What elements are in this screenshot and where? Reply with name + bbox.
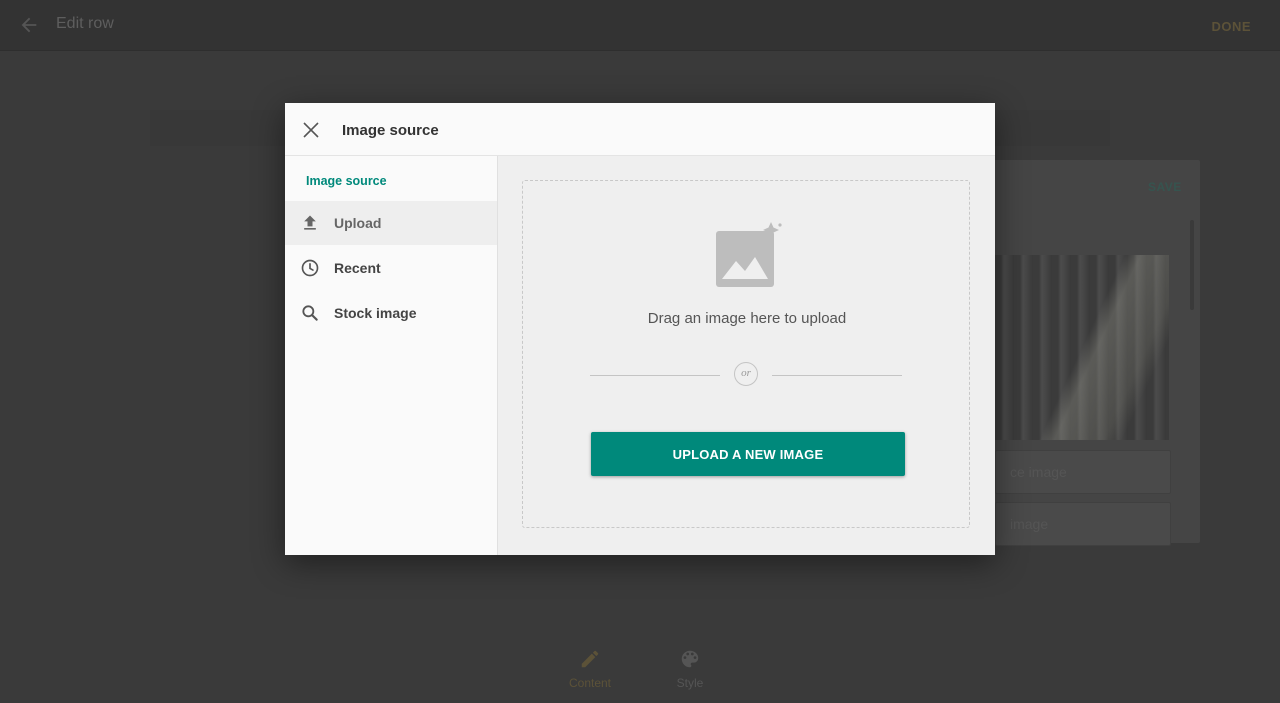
panel-remove-image-button[interactable]: image	[995, 502, 1171, 546]
source-sidebar: Image source Upload Recent Stock image	[285, 156, 498, 555]
divider-line-right	[772, 375, 902, 376]
sidebar-item-label: Recent	[334, 260, 381, 276]
panel-image-preview	[995, 255, 1169, 440]
app-bar: Edit row DONE	[0, 0, 1280, 51]
sidebar-item-recent[interactable]: Recent	[285, 246, 497, 290]
clock-icon	[301, 259, 319, 277]
app-title: Edit row	[56, 15, 114, 32]
palette-icon	[681, 650, 699, 668]
panel-scrollbar[interactable]	[1190, 220, 1194, 310]
tab-style[interactable]: Style	[660, 648, 720, 690]
panel-save-button[interactable]: SAVE	[1148, 180, 1182, 194]
tab-content[interactable]: Content	[560, 648, 620, 690]
background-image-panel: SAVE ce image image	[985, 160, 1200, 546]
close-icon	[303, 122, 319, 138]
drag-instructions: Drag an image here to upload	[647, 310, 847, 327]
sidebar-heading: Image source	[306, 174, 387, 188]
tab-label: Style	[676, 676, 704, 690]
upload-new-image-button[interactable]: UPLOAD A NEW IMAGE	[591, 432, 905, 476]
done-button[interactable]: DONE	[1211, 19, 1251, 34]
upload-panel: Drag an image here to upload or UPLOAD A…	[498, 156, 995, 555]
sidebar-item-stock-image[interactable]: Stock image	[285, 291, 497, 335]
divider-line-left	[590, 375, 720, 376]
dialog-header: Image source	[285, 103, 995, 156]
close-button[interactable]	[299, 118, 323, 142]
image-source-dialog: Image source Image source Upload Recent …	[285, 103, 995, 555]
dialog-title: Image source	[342, 122, 439, 139]
panel-button-label: ce image	[1010, 464, 1067, 480]
back-arrow-icon[interactable]	[18, 14, 40, 36]
sidebar-item-upload[interactable]: Upload	[285, 201, 497, 245]
sidebar-item-label: Upload	[334, 215, 382, 231]
sidebar-item-label: Stock image	[334, 305, 417, 321]
tab-label: Content	[568, 676, 612, 690]
search-icon	[302, 305, 318, 321]
panel-replace-image-button[interactable]: ce image	[995, 450, 1171, 494]
pencil-icon	[581, 650, 599, 668]
panel-button-label: image	[1010, 516, 1049, 532]
upload-icon	[304, 215, 316, 230]
or-separator: or	[734, 362, 758, 386]
image-placeholder-icon	[716, 222, 782, 287]
image-drop-zone[interactable]: Drag an image here to upload or UPLOAD A…	[522, 180, 970, 528]
